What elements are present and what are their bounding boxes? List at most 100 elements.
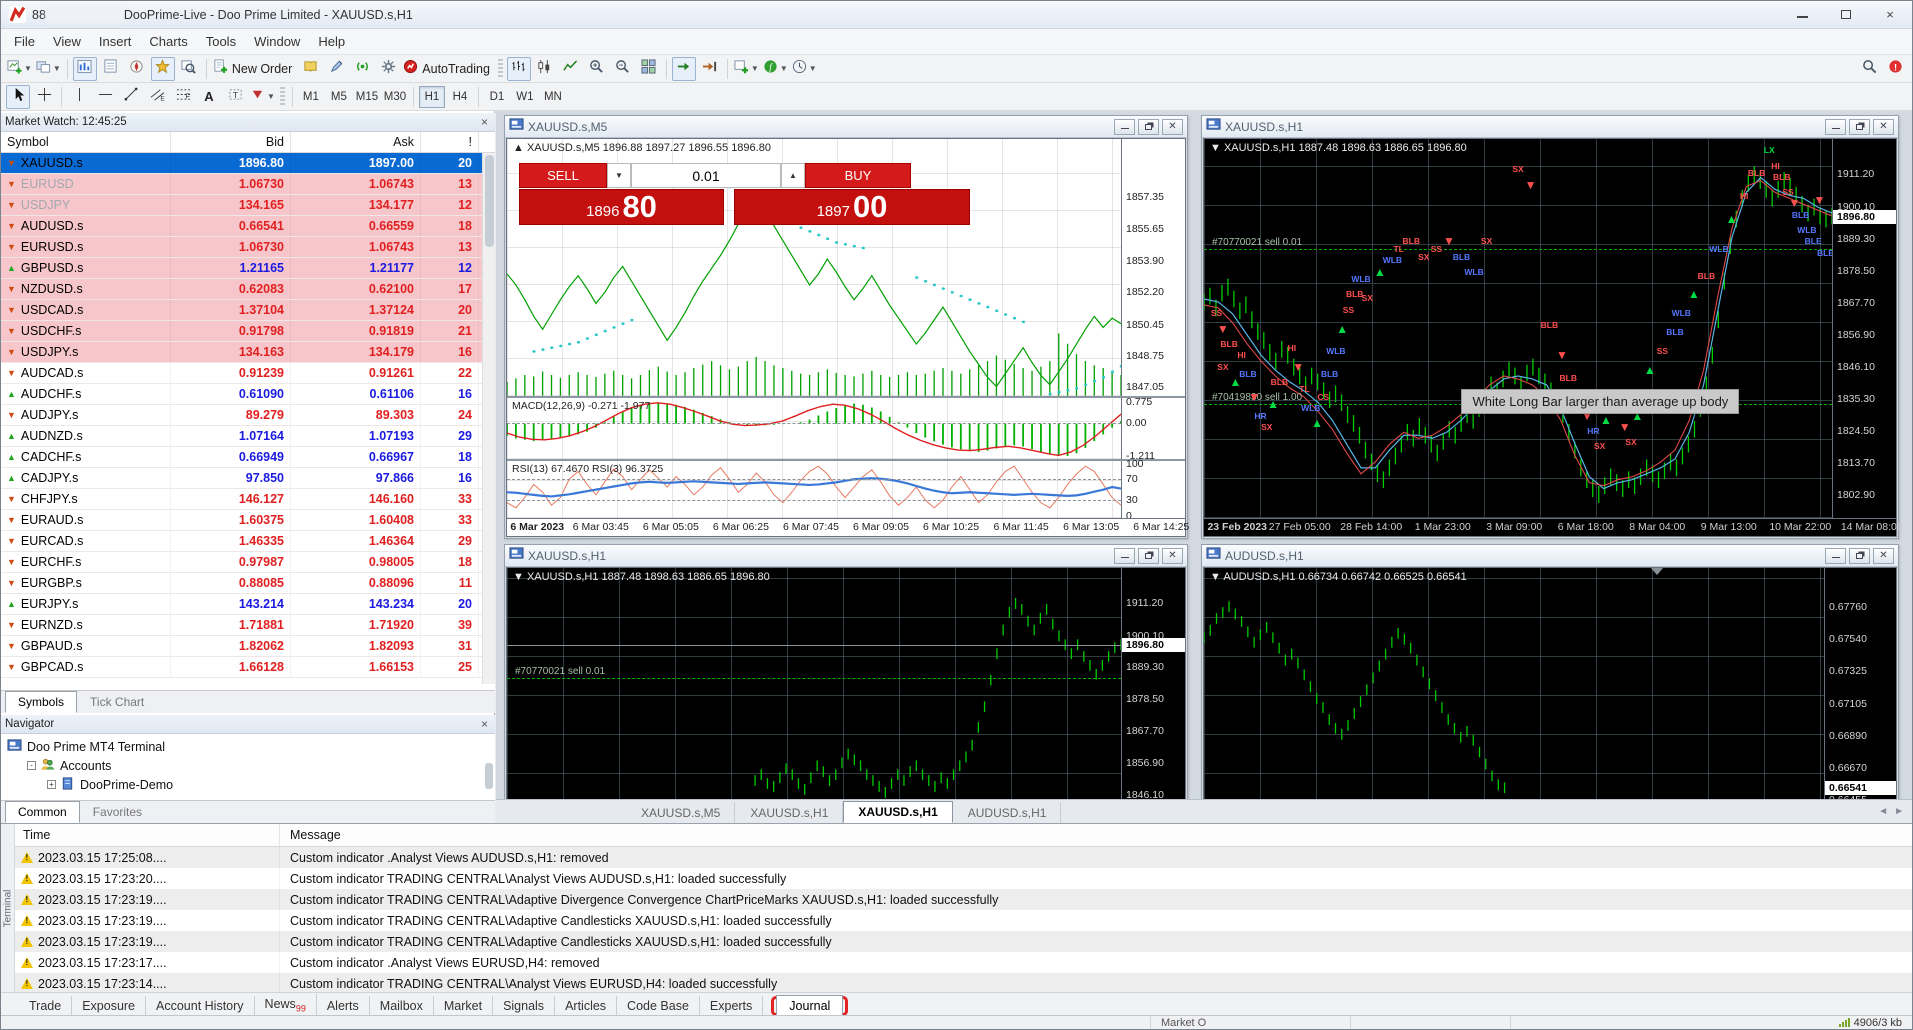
navigator-tab-favorites[interactable]: Favorites: [80, 801, 155, 823]
menu-charts[interactable]: Charts: [140, 30, 196, 53]
autotrading-button[interactable]: AutoTrading: [402, 57, 494, 81]
chart-tab-3[interactable]: AUDUSD.s,H1: [953, 802, 1062, 823]
chart-restore-button[interactable]: [1849, 119, 1870, 135]
journal-row[interactable]: 2023.03.15 17:23:17....Custom indicator …: [15, 952, 1912, 973]
symbol-row[interactable]: ▼CHFJPY.s146.127146.16033: [1, 489, 495, 510]
vline-button[interactable]: [67, 85, 91, 109]
symbol-row[interactable]: ▲CADCHF.s0.669490.6696718: [1, 447, 495, 468]
terminal-tab-mailbox[interactable]: Mailbox: [370, 996, 434, 1016]
chart-close-button[interactable]: ✕: [1162, 119, 1183, 135]
zoom-in-button[interactable]: [585, 57, 609, 81]
symbol-row[interactable]: ▼EURUSD1.067301.0674313: [1, 174, 495, 195]
terminal-tab-market[interactable]: Market: [434, 996, 493, 1016]
lot-decrease-button[interactable]: ▼: [607, 163, 631, 188]
editor-button[interactable]: [324, 57, 348, 81]
menu-help[interactable]: Help: [309, 30, 354, 53]
window-maximize-button[interactable]: [1824, 1, 1868, 28]
terminal-tab-trade[interactable]: Trade: [19, 996, 72, 1016]
symbol-row[interactable]: ▼NZDUSD.s0.620830.6210017: [1, 279, 495, 300]
symbol-row[interactable]: ▼EURUSD.s1.067301.0674313: [1, 237, 495, 258]
profiles-button[interactable]: ▼: [35, 57, 62, 81]
column-header-bid[interactable]: Bid: [171, 132, 291, 152]
chart-pane[interactable]: [1204, 568, 1824, 813]
chart-pane[interactable]: #70770021 sell 0.01: [507, 568, 1121, 813]
alert-button[interactable]: !: [1883, 57, 1907, 81]
favorites-button[interactable]: [151, 57, 175, 81]
periods-button[interactable]: ▼: [791, 57, 818, 81]
journal-row[interactable]: 2023.03.15 17:25:08....Custom indicator …: [15, 847, 1912, 868]
chart-tab-2[interactable]: XAUUSD.s,H1: [843, 801, 952, 823]
candles-button[interactable]: [533, 57, 557, 81]
navigator-button[interactable]: [125, 57, 149, 81]
navigator-item[interactable]: +DooPrime-Demo: [1, 775, 495, 794]
timeframe-m1-button[interactable]: M1: [298, 86, 324, 108]
symbol-row[interactable]: ▲GBPUSD.s1.211651.2117712: [1, 258, 495, 279]
chart-minimize-button[interactable]: [1114, 548, 1135, 564]
timeframe-m5-button[interactable]: M5: [326, 86, 352, 108]
journal-row[interactable]: 2023.03.15 17:23:19....Custom indicator …: [15, 910, 1912, 931]
tester-button[interactable]: [177, 57, 201, 81]
buy-price[interactable]: 189700: [734, 189, 970, 225]
symbol-row[interactable]: ▲AUDNZD.s1.071641.0719329: [1, 426, 495, 447]
new-chart-button[interactable]: ▼: [6, 57, 33, 81]
chart-titlebar[interactable]: AUDUSD.s,H1✕: [1202, 545, 1898, 567]
trendline-button[interactable]: [119, 85, 143, 109]
column-header-spread[interactable]: !: [421, 132, 479, 152]
lot-increase-button[interactable]: ▲: [781, 163, 805, 188]
market-watch-tab-symbols[interactable]: Symbols: [5, 691, 77, 713]
scroll-right-icon[interactable]: ►: [1894, 806, 1904, 817]
navigator-item[interactable]: -Accounts: [1, 756, 495, 775]
chart-restore-button[interactable]: [1138, 119, 1159, 135]
chart-minimize-button[interactable]: [1825, 548, 1846, 564]
menu-view[interactable]: View: [44, 30, 90, 53]
collapse-icon[interactable]: -: [27, 761, 36, 770]
terminal-tab-news[interactable]: News99: [255, 994, 317, 1017]
cursor-button[interactable]: [6, 85, 30, 109]
menu-file[interactable]: File: [5, 30, 44, 53]
hline-button[interactable]: [93, 85, 117, 109]
indicators-button[interactable]: f▼: [762, 57, 789, 81]
timeframe-h1-button[interactable]: H1: [419, 86, 445, 108]
tile-button[interactable]: [637, 57, 661, 81]
terminal-tab-signals[interactable]: Signals: [493, 996, 555, 1016]
terminal-tab-exposure[interactable]: Exposure: [72, 996, 146, 1016]
chart-titlebar[interactable]: XAUUSD.s,H1✕: [1202, 116, 1898, 138]
terminal-tab-account-history[interactable]: Account History: [146, 996, 255, 1016]
symbol-row[interactable]: ▼GBPAUD.s1.820621.8209331: [1, 636, 495, 657]
navigator-close-icon[interactable]: ×: [478, 717, 491, 731]
chart-window-audusd-s-h1[interactable]: AUDUSD.s,H1✕0.677600.675400.673250.67105…: [1201, 544, 1899, 816]
symbol-row[interactable]: ▼EURCAD.s1.463351.4636429: [1, 531, 495, 552]
symbol-row[interactable]: ▼EURGBP.s0.880850.8809611: [1, 573, 495, 594]
column-header-symbol[interactable]: Symbol: [1, 132, 171, 152]
journal-row[interactable]: 2023.03.15 17:23:19....Custom indicator …: [15, 889, 1912, 910]
symbol-row[interactable]: ▼EURAUD.s1.603751.6040833: [1, 510, 495, 531]
linechart-button[interactable]: [559, 57, 583, 81]
toolbar-grip[interactable]: [280, 87, 285, 107]
symbol-row[interactable]: ▼XAUUSD.s1896.801897.0020: [1, 153, 495, 174]
menu-insert[interactable]: Insert: [90, 30, 141, 53]
menu-window[interactable]: Window: [245, 30, 309, 53]
chart-pane[interactable]: RSI(13) 67.4670 RSI(3) 96.3725: [507, 461, 1121, 518]
chart-tab-1[interactable]: XAUUSD.s,H1: [735, 802, 843, 823]
terminal-tab-experts[interactable]: Experts: [700, 996, 763, 1016]
fibo-button[interactable]: F: [171, 85, 195, 109]
channel-button[interactable]: E: [145, 85, 169, 109]
symbol-row[interactable]: ▼USDCHF.s0.917980.9181921: [1, 321, 495, 342]
terminal-tab-alerts[interactable]: Alerts: [317, 996, 370, 1016]
sell-button[interactable]: SELL: [519, 163, 607, 188]
chart-close-button[interactable]: ✕: [1162, 548, 1183, 564]
symbol-row[interactable]: ▼AUDCAD.s0.912390.9126122: [1, 363, 495, 384]
terminal-tab-code-base[interactable]: Code Base: [617, 996, 700, 1016]
market-watch-close-icon[interactable]: ×: [478, 115, 491, 129]
symbol-row[interactable]: ▲EURJPY.s143.214143.23420: [1, 594, 495, 615]
navigator-item[interactable]: Doo Prime MT4 Terminal: [1, 737, 495, 756]
market-watch-button[interactable]: [73, 57, 97, 81]
window-minimize-button[interactable]: [1780, 1, 1824, 28]
chart-pane[interactable]: SELL▼0.01▲BUY189680189700: [507, 139, 1121, 396]
chart-minimize-button[interactable]: [1114, 119, 1135, 135]
zoom-out-button[interactable]: [611, 57, 635, 81]
chart-titlebar[interactable]: XAUUSD.s,H1✕: [505, 545, 1187, 567]
scroll-left-icon[interactable]: ◄: [1878, 806, 1888, 817]
chart-close-button[interactable]: ✕: [1873, 548, 1894, 564]
chart-tab-0[interactable]: XAUUSD.s,M5: [626, 802, 735, 823]
